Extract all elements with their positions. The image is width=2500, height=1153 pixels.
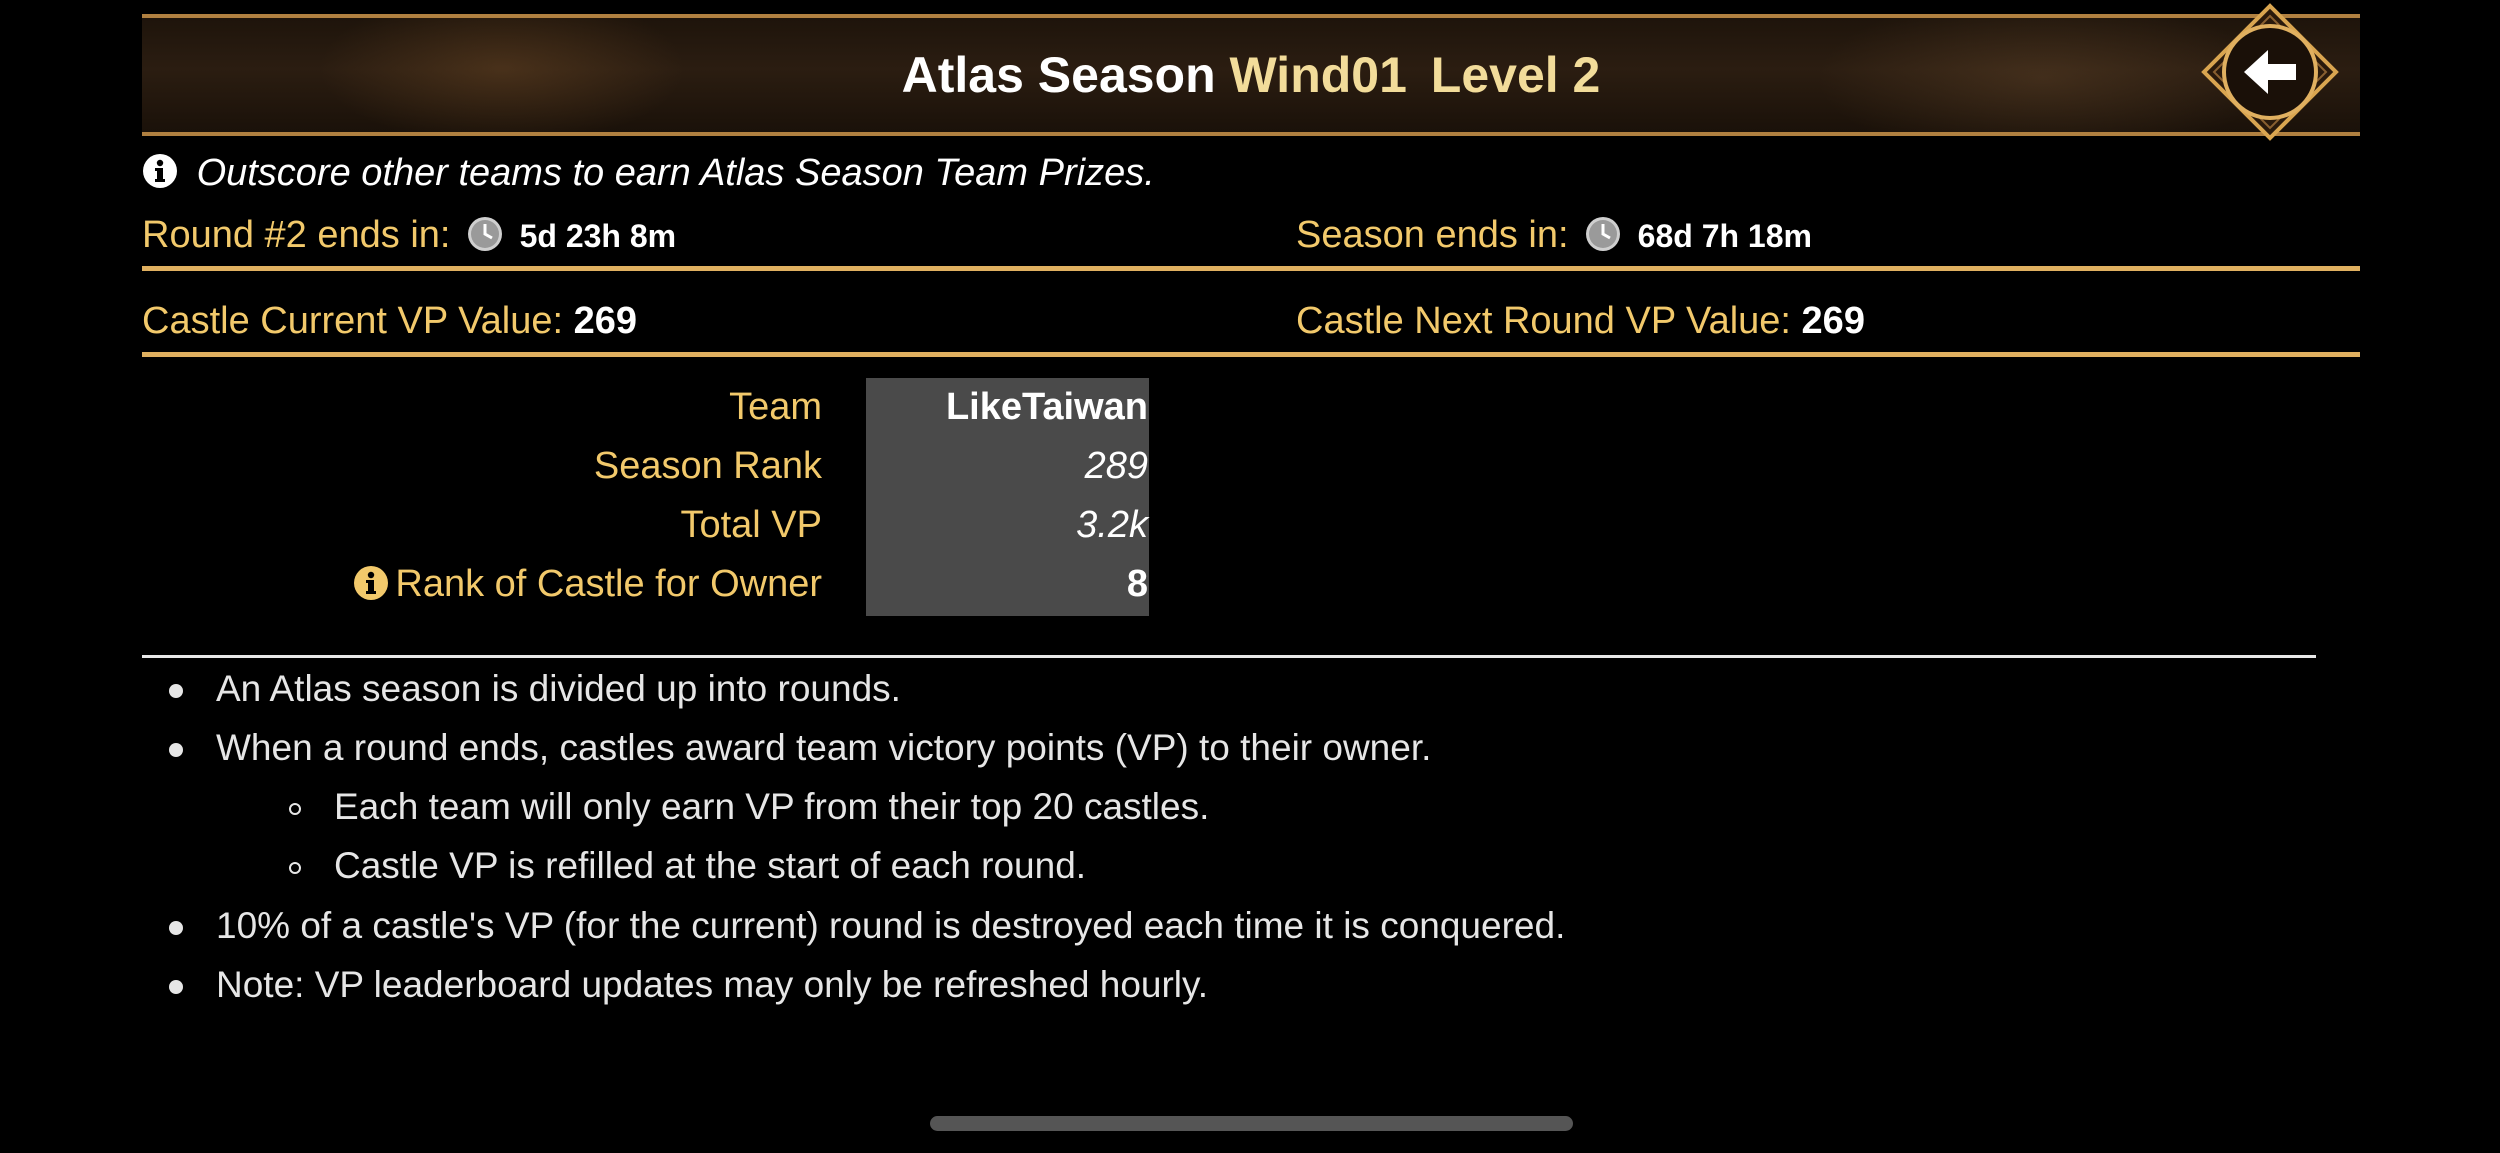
bullet-ring bbox=[289, 862, 301, 874]
bullet-dot bbox=[169, 921, 183, 935]
owner-rank-label[interactable]: Rank of Castle for Owner bbox=[353, 563, 822, 606]
round-label: Round #2 ends in: bbox=[142, 214, 451, 256]
next-vp-value: 269 bbox=[1801, 300, 1865, 342]
divider-rule bbox=[142, 352, 2360, 357]
next-vp-label: Castle Next Round VP Value: bbox=[1296, 300, 1791, 342]
list-item: 10% of a castle's VP (for the current) r… bbox=[216, 905, 1566, 946]
owner-rank-value: 8 bbox=[1126, 563, 1148, 605]
arrow-left-icon bbox=[2201, 3, 2339, 141]
list-item: Castle VP is refilled at the start of ea… bbox=[334, 845, 1087, 886]
bullet-dot bbox=[169, 743, 183, 757]
info-line: Outscore other teams to earn Atlas Seaso… bbox=[142, 152, 1155, 195]
team-label: Team bbox=[729, 386, 822, 428]
current-vp-label: Castle Current VP Value: bbox=[142, 300, 564, 342]
bullet-dot bbox=[169, 980, 183, 994]
bullet-ring bbox=[289, 803, 301, 815]
info-circle-icon[interactable] bbox=[353, 565, 389, 601]
section-divider bbox=[142, 655, 2316, 658]
total-vp-value: 3.2k bbox=[1076, 504, 1148, 546]
title-main: Atlas Season bbox=[901, 47, 1216, 103]
clock-icon bbox=[1586, 217, 1621, 251]
round-value: 5d 23h 8m bbox=[519, 218, 677, 254]
back-button[interactable] bbox=[2200, 2, 2340, 142]
round-timer: Round #2 ends in: 5d 23h 8m bbox=[142, 214, 676, 257]
list-item: Note: VP leaderboard updates may only be… bbox=[216, 964, 1209, 1005]
season-rank-label: Season Rank bbox=[593, 445, 822, 487]
page-title: Atlas Season Wind01 Level 2 bbox=[142, 46, 2360, 104]
season-rank-value: 289 bbox=[1084, 445, 1148, 487]
owner-rank-label-text: Rank of Castle for Owner bbox=[395, 563, 822, 605]
season-timer: Season ends in: 68d 7h 18m bbox=[1296, 214, 1812, 257]
bullet-dot bbox=[169, 684, 183, 698]
clock-icon bbox=[468, 217, 503, 251]
total-vp-label: Total VP bbox=[680, 504, 822, 546]
list-item: When a round ends, castles award team vi… bbox=[216, 727, 1432, 768]
current-vp-value: 269 bbox=[573, 300, 637, 342]
home-indicator[interactable] bbox=[930, 1116, 1573, 1131]
season-label: Season ends in: bbox=[1296, 214, 1569, 256]
title-level: Level 2 bbox=[1430, 47, 1601, 103]
list-item: An Atlas season is divided up into round… bbox=[216, 668, 901, 709]
title-season: Wind01 bbox=[1229, 47, 1407, 103]
list-item: Each team will only earn VP from their t… bbox=[334, 786, 1210, 827]
atlas-season-screen: Atlas Season Wind01 Level 2 Outscore oth… bbox=[0, 0, 2500, 1153]
info-circle-icon bbox=[143, 154, 177, 188]
season-value: 68d 7h 18m bbox=[1637, 218, 1812, 254]
next-vp: Castle Next Round VP Value: 269 bbox=[1296, 300, 1865, 343]
divider-rule bbox=[142, 266, 2360, 271]
current-vp: Castle Current VP Value: 269 bbox=[142, 300, 637, 343]
info-text: Outscore other teams to earn Atlas Seaso… bbox=[196, 152, 1155, 194]
team-value[interactable]: LikeTaiwan bbox=[946, 386, 1148, 429]
header-bar: Atlas Season Wind01 Level 2 bbox=[142, 14, 2360, 136]
